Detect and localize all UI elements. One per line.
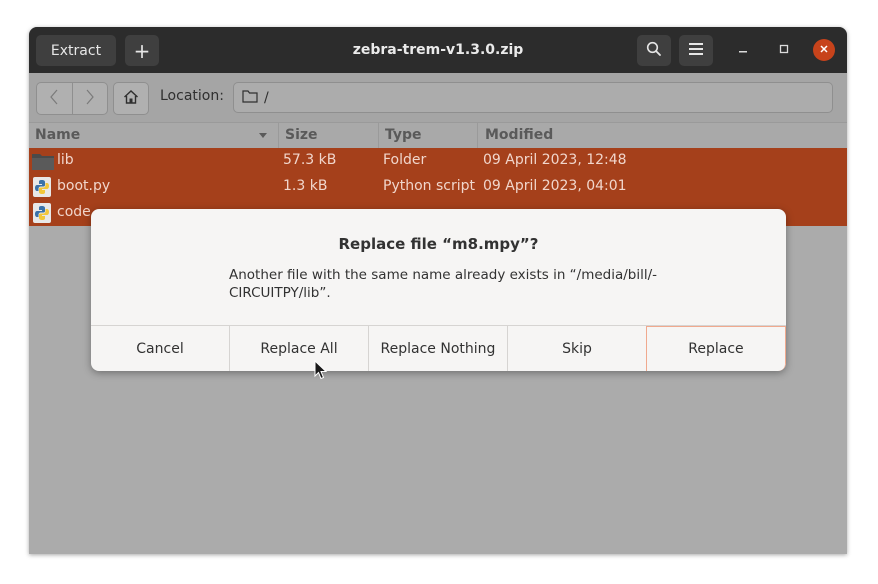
file-row[interactable]: boot.py 1.3 kB Python script 09 April 20… xyxy=(29,174,847,200)
file-modified: 09 April 2023, 04:01 xyxy=(483,178,627,194)
python-file-icon xyxy=(32,203,52,223)
file-type: Folder xyxy=(383,152,427,168)
maximize-icon xyxy=(779,42,789,58)
chevron-right-icon xyxy=(86,89,94,109)
folder-icon xyxy=(242,89,258,107)
location-field[interactable]: / xyxy=(233,82,833,113)
mouse-pointer-icon xyxy=(314,359,328,384)
minimize-button[interactable] xyxy=(732,39,754,61)
column-divider xyxy=(278,123,279,148)
home-button[interactable] xyxy=(113,82,149,115)
column-header-modified[interactable]: Modified xyxy=(485,127,553,143)
file-size: 57.3 kB xyxy=(283,152,337,168)
dialog-button-row: Cancel Replace All Replace Nothing Skip … xyxy=(91,325,786,371)
file-row[interactable]: lib 57.3 kB Folder 09 April 2023, 12:48 xyxy=(29,148,847,174)
close-icon xyxy=(819,42,829,58)
navigation-buttons xyxy=(36,82,108,115)
minimize-icon xyxy=(738,42,748,58)
column-header-type[interactable]: Type xyxy=(385,127,422,143)
maximize-button[interactable] xyxy=(773,39,795,61)
column-headers: Name Size Type Modified xyxy=(29,122,847,149)
file-name: boot.py xyxy=(57,178,111,194)
dialog-message: Another file with the same name already … xyxy=(229,267,658,301)
replace-button[interactable]: Replace xyxy=(646,326,786,371)
file-name: code xyxy=(57,204,91,220)
back-button[interactable] xyxy=(37,83,72,114)
file-size: 1.3 kB xyxy=(283,178,328,194)
menu-button[interactable] xyxy=(679,35,713,66)
search-button[interactable] xyxy=(637,35,671,66)
header-bar: Extract + zebra-trem-v1.3.0.zip xyxy=(29,27,847,73)
skip-button[interactable]: Skip xyxy=(507,326,646,371)
file-name: lib xyxy=(57,152,74,168)
column-header-name[interactable]: Name xyxy=(35,127,80,143)
location-label: Location: xyxy=(160,88,224,104)
add-button[interactable]: + xyxy=(125,35,159,66)
search-icon xyxy=(646,41,662,61)
home-icon xyxy=(123,89,139,109)
replace-all-button[interactable]: Replace All xyxy=(229,326,368,371)
column-divider xyxy=(477,123,478,148)
file-type: Python script xyxy=(383,178,475,194)
location-path: / xyxy=(264,89,269,106)
folder-icon xyxy=(32,151,54,171)
column-divider xyxy=(378,123,379,148)
replace-file-dialog: Replace file “m8.mpy”? Another file with… xyxy=(91,209,786,371)
chevron-left-icon xyxy=(50,89,58,109)
extract-button[interactable]: Extract xyxy=(36,35,116,66)
sort-down-icon xyxy=(258,128,268,144)
menu-icon xyxy=(689,42,703,59)
dialog-title: Replace file “m8.mpy”? xyxy=(338,235,539,253)
location-toolbar: Location: / xyxy=(29,73,847,122)
column-header-size[interactable]: Size xyxy=(285,127,318,143)
cancel-button[interactable]: Cancel xyxy=(91,326,229,371)
close-button[interactable] xyxy=(813,39,835,61)
replace-nothing-button[interactable]: Replace Nothing xyxy=(368,326,507,371)
file-modified: 09 April 2023, 12:48 xyxy=(483,152,627,168)
forward-button[interactable] xyxy=(71,83,108,114)
python-file-icon xyxy=(32,177,52,197)
